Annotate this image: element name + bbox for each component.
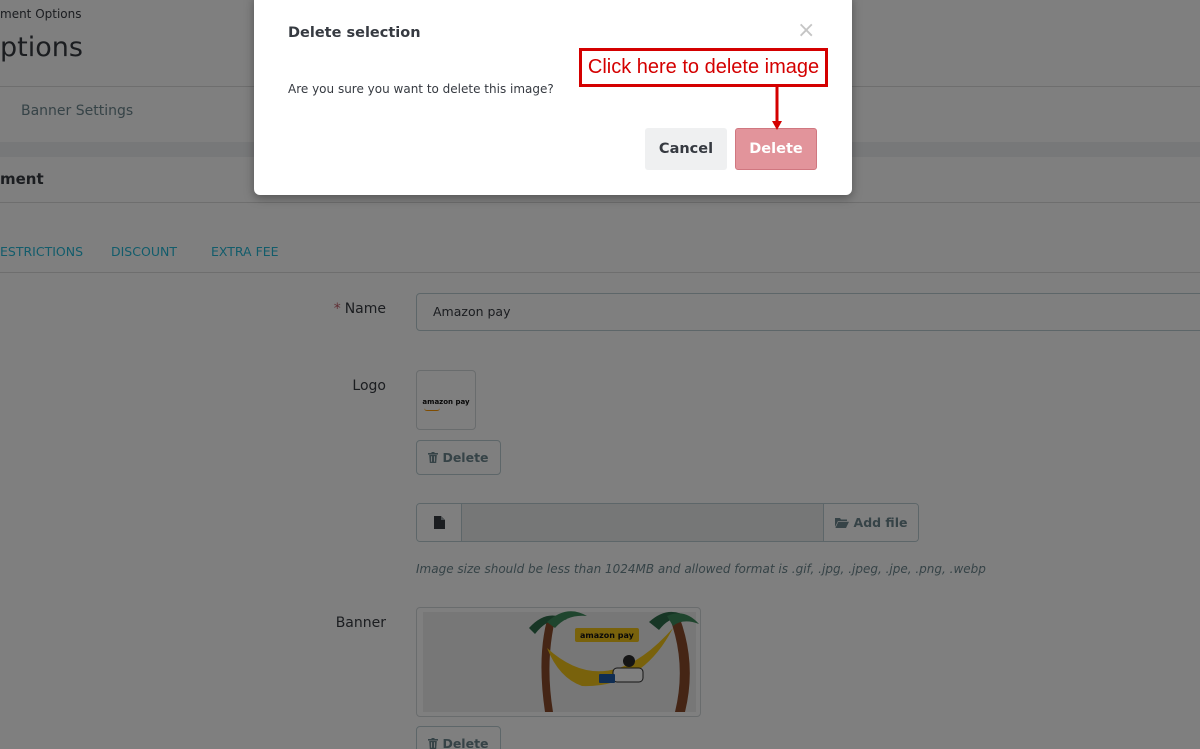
cancel-button[interactable]: Cancel [645,128,727,170]
delete-selection-dialog: Delete selection × Are you sure you want… [254,0,852,195]
close-icon[interactable]: × [797,20,815,42]
confirm-delete-button[interactable]: Delete [735,128,817,170]
dialog-message: Are you sure you want to delete this ima… [288,82,554,96]
annotation-arrow [772,87,782,130]
annotation-callout: Click here to delete image [579,48,828,87]
dialog-title: Delete selection [288,25,421,41]
